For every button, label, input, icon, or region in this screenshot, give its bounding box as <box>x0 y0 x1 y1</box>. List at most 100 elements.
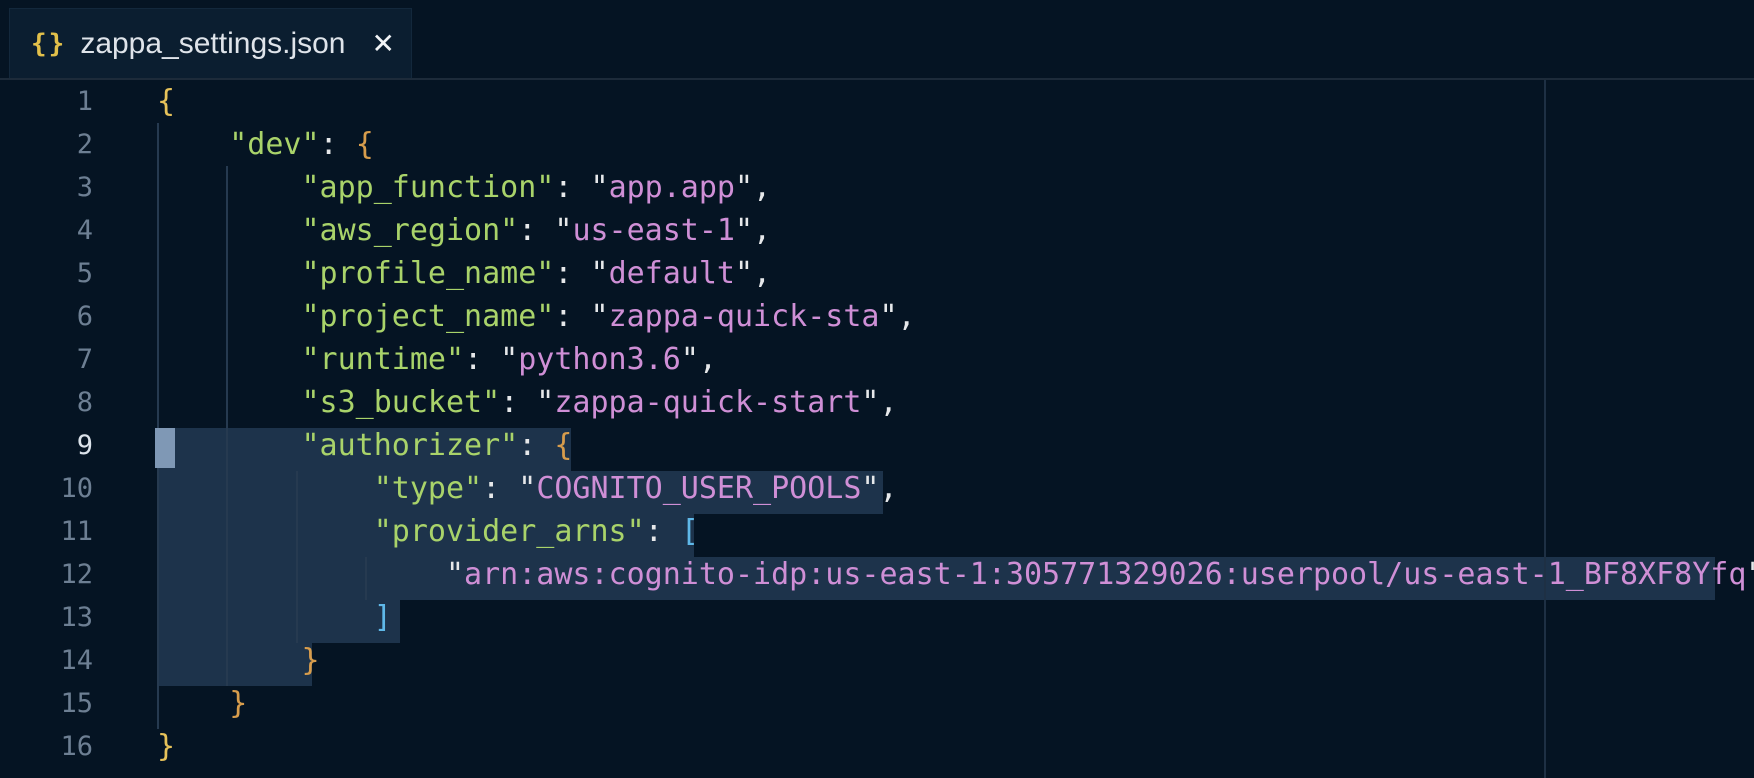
code-token: "profile_name" <box>301 256 555 291</box>
line-number: 5 <box>76 258 93 289</box>
code-line[interactable]: 12 "arn:aws:cognito-idp:us-east-1:305771… <box>0 553 1754 596</box>
code-line[interactable]: 5 "profile_name": "default", <box>0 252 1754 295</box>
code-line[interactable]: 13 ] <box>0 596 1754 639</box>
code-text: } <box>157 682 247 725</box>
line-number: 8 <box>76 387 93 418</box>
code-token: default <box>608 256 735 291</box>
code-token: "app_function" <box>301 170 555 205</box>
code-token: : " <box>464 342 519 377</box>
code-token: : " <box>500 385 555 420</box>
tab-zappa-settings[interactable]: {} zappa_settings.json ✕ <box>9 8 412 78</box>
code-text: } <box>157 639 320 682</box>
code-token: } <box>301 643 320 678</box>
code-line[interactable]: 1{ <box>0 80 1754 123</box>
code-text: "runtime": "python3.6", <box>157 338 717 381</box>
code-token: : " <box>518 213 573 248</box>
code-token: " <box>1746 557 1754 592</box>
code-token: ", <box>735 170 772 205</box>
line-number: 16 <box>60 731 93 762</box>
line-number: 2 <box>76 129 93 160</box>
code-line[interactable]: 15 } <box>0 682 1754 725</box>
code-line[interactable]: 8 "s3_bucket": "zappa-quick-start", <box>0 381 1754 424</box>
code-text: "app_function": "app.app", <box>157 166 772 209</box>
code-line[interactable]: 11 "provider_arns": [ <box>0 510 1754 553</box>
tab-label: zappa_settings.json <box>80 26 346 60</box>
code-token: python3.6 <box>518 342 681 377</box>
line-number: 7 <box>76 344 93 375</box>
code-line[interactable]: 14 } <box>0 639 1754 682</box>
code-token: ", <box>735 256 772 291</box>
code-token: "authorizer" <box>301 428 519 463</box>
code-token: : " <box>554 299 609 334</box>
code-token: { <box>554 428 573 463</box>
line-number: 6 <box>76 301 93 332</box>
line-number: 4 <box>76 215 93 246</box>
code-token: : <box>319 127 356 162</box>
code-token: "runtime" <box>301 342 465 377</box>
code-token: "s3_bucket" <box>301 385 501 420</box>
code-text: "s3_bucket": "zappa-quick-start", <box>157 381 898 424</box>
code-token: "type" <box>373 471 483 506</box>
code-token: ] <box>373 600 392 635</box>
code-line[interactable]: 16} <box>0 725 1754 768</box>
code-token: { <box>355 127 374 162</box>
code-line[interactable]: 7 "runtime": "python3.6", <box>0 338 1754 381</box>
code-text: } <box>157 725 175 768</box>
code-line[interactable]: 3 "app_function": "app.app", <box>0 166 1754 209</box>
code-token: } <box>229 686 248 721</box>
json-file-icon: {} <box>31 28 67 59</box>
tab-bar: {} zappa_settings.json ✕ <box>0 0 1754 80</box>
code-text: "profile_name": "default", <box>157 252 772 295</box>
code-token: zappa-quick-start <box>554 385 862 420</box>
code-text: "provider_arns": [ <box>157 510 699 553</box>
code-token: arn:aws:cognito-idp:us-east-1:3057713290… <box>464 557 1747 592</box>
code-text: "type": "COGNITO_USER_POOLS", <box>157 467 898 510</box>
code-text: "aws_region": "us-east-1", <box>157 209 772 252</box>
code-editor[interactable]: 1{2 "dev": {3 "app_function": "app.app",… <box>0 80 1754 778</box>
code-token: "provider_arns" <box>373 514 645 549</box>
code-token: "dev" <box>229 127 320 162</box>
line-number: 14 <box>60 645 93 676</box>
code-line[interactable]: 9 "authorizer": { <box>0 424 1754 467</box>
code-text: "project_name": "zappa-quick-sta", <box>157 295 916 338</box>
line-number: 13 <box>60 602 93 633</box>
line-number: 9 <box>76 430 93 461</box>
code-token: COGNITO_USER_POOLS <box>536 471 862 506</box>
code-text: "authorizer": { <box>157 424 573 467</box>
code-token: } <box>157 729 176 764</box>
code-token: app.app <box>608 170 735 205</box>
code-text: { <box>157 80 175 123</box>
code-text: "arn:aws:cognito-idp:us-east-1:305771329… <box>157 553 1754 596</box>
line-number: 10 <box>60 473 93 504</box>
code-token: zappa-quick-sta <box>608 299 880 334</box>
close-icon[interactable]: ✕ <box>372 27 395 60</box>
code-line[interactable]: 2 "dev": { <box>0 123 1754 166</box>
code-line[interactable]: 10 "type": "COGNITO_USER_POOLS", <box>0 467 1754 510</box>
line-number: 15 <box>60 688 93 719</box>
code-token: " <box>157 557 465 592</box>
code-token: ", <box>861 471 898 506</box>
code-token: ", <box>861 385 898 420</box>
line-number: 1 <box>76 86 93 117</box>
code-token: : " <box>554 170 609 205</box>
line-number: 11 <box>60 516 93 547</box>
code-token: : <box>644 514 681 549</box>
code-token: : " <box>482 471 537 506</box>
line-number: 3 <box>76 172 93 203</box>
code-token: : " <box>554 256 609 291</box>
code-token: ", <box>735 213 772 248</box>
code-token: "aws_region" <box>301 213 519 248</box>
code-line[interactable]: 6 "project_name": "zappa-quick-sta", <box>0 295 1754 338</box>
code-line[interactable]: 4 "aws_region": "us-east-1", <box>0 209 1754 252</box>
code-token: us-east-1 <box>572 213 735 248</box>
